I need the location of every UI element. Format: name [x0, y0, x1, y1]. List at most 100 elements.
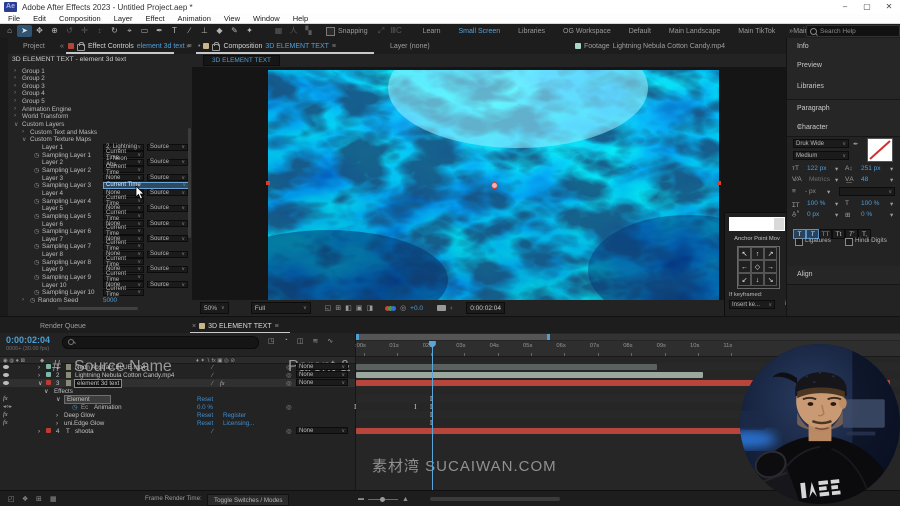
selection-handle-left[interactable] [266, 181, 270, 185]
panel-menu-icon[interactable]: ≡ [275, 323, 279, 330]
font-size-value[interactable]: 122 px [807, 165, 827, 172]
parent-select[interactable]: None ∨ [296, 371, 348, 378]
rotation-tool[interactable]: ↻ [107, 25, 122, 37]
stopwatch-icon[interactable]: ◷ [34, 182, 39, 189]
twirl-icon[interactable]: › [14, 75, 16, 81]
value-dropdown[interactable]: Current Time ∨ [103, 286, 144, 298]
timeline-row-shoota[interactable]: › 4 Tshoota ∕ ◎ None ∨ [0, 427, 355, 435]
layer-color-label[interactable] [46, 364, 51, 369]
anchor-point[interactable] [491, 182, 498, 189]
align-icon-1[interactable]: ▦ [271, 25, 286, 37]
twirl-icon[interactable]: › [38, 428, 40, 435]
menu-layer[interactable]: Layer [114, 14, 133, 23]
eye-icon[interactable] [3, 365, 9, 369]
align-icon-3[interactable]: ▚ [301, 25, 316, 37]
tab-scroll-right[interactable]: » [186, 38, 190, 54]
value-dropdown[interactable]: Current Time ∨ [103, 256, 144, 268]
keyframe-marker[interactable]: I [414, 403, 416, 411]
brush-tool[interactable]: ∕ [182, 25, 197, 37]
twirl-icon[interactable]: › [14, 98, 16, 104]
workspace-og-workspace[interactable]: OG Workspace [554, 28, 620, 35]
fill-color-swatch[interactable] [867, 138, 893, 162]
twirl-icon[interactable]: ∨ [44, 388, 49, 395]
timeline-zoom-slider[interactable]: ▬ ▲ [358, 496, 410, 503]
twirl-icon[interactable]: › [14, 68, 16, 74]
3d-view-icon[interactable]: ◨ [366, 304, 373, 312]
exposure-value[interactable]: +0.0 [410, 305, 423, 312]
panel-menu-icon[interactable]: ≡ [332, 43, 336, 50]
menu-file[interactable]: File [8, 14, 20, 23]
orbit-camera-tool[interactable]: ↺ [62, 25, 77, 37]
tab-project[interactable]: Project [23, 38, 45, 54]
panel-menu-icon[interactable]: ≡ [797, 124, 893, 131]
effect-name[interactable]: uni.Edge Glow [64, 420, 104, 427]
twirl-icon[interactable]: › [22, 129, 24, 135]
twirl-icon[interactable]: ∨ [22, 136, 26, 143]
stopwatch-icon[interactable]: ◷ [34, 167, 39, 174]
workspace-main-landscape[interactable]: Main Landscape [660, 28, 729, 35]
work-area-handle[interactable] [546, 334, 550, 340]
value-dropdown[interactable]: Current Time ∨ [103, 225, 144, 237]
ap-arrow-↘[interactable]: ↘ [764, 273, 777, 286]
magnification-select[interactable]: 50% ∨ [200, 302, 229, 314]
layer-color-label[interactable] [46, 372, 51, 377]
selection-handle-right[interactable] [717, 181, 721, 185]
timeline-row-neon-abstract-blue-mp4[interactable]: › 1 Neon Abstract BLUE.mp4 ∕ ◎ None ∨ [0, 363, 355, 371]
effect-link-register[interactable]: Register [223, 412, 246, 419]
keyframe-marker[interactable]: I [354, 403, 356, 411]
ap-arrow-→[interactable]: → [764, 260, 777, 273]
source-dropdown[interactable]: Source ∨ [147, 174, 188, 182]
tsume-value[interactable]: 0 % [861, 211, 872, 218]
menu-animation[interactable]: Animation [178, 14, 211, 23]
leading-value[interactable]: 251 px [861, 165, 881, 172]
ap-arrow-↖[interactable]: ↖ [738, 247, 751, 260]
mask-visibility-icon[interactable]: ⊞ [335, 304, 341, 312]
twirl-icon[interactable]: › [38, 364, 40, 371]
clone-stamp-tool[interactable]: ⊥ [197, 25, 212, 37]
work-area-bar[interactable] [356, 334, 550, 340]
timeline-row-element[interactable]: fx ∨ Element Reset [0, 394, 355, 404]
align-icon-2[interactable]: 人 [286, 25, 301, 37]
show-snapshot-icon[interactable]: ◐ [450, 305, 454, 312]
timeline-row-effects[interactable]: ∨ Effects [0, 387, 355, 395]
twirl-icon[interactable]: › [56, 412, 58, 419]
effect-link-reset[interactable]: Reset [197, 420, 213, 427]
effect-link-licensing[interactable]: Licensing... [223, 420, 254, 427]
value-dropdown[interactable]: Current Time ∨ [103, 181, 189, 189]
comp-timecode[interactable]: 0:00:02:04 [466, 302, 505, 314]
param-value[interactable]: 0.0 % [197, 404, 213, 411]
minimize-button[interactable]: – [834, 0, 856, 13]
timeline-icon-4[interactable]: ∿ [327, 337, 333, 345]
eyedropper-icon[interactable]: ✒ [853, 140, 858, 148]
timeline-icon-0[interactable]: ◳ [268, 337, 275, 345]
source-dropdown[interactable]: Source ∨ [147, 143, 188, 151]
twirl-icon[interactable]: ∨ [14, 121, 18, 128]
workspace-learn[interactable]: Learn [414, 28, 450, 35]
camera-tool[interactable]: ⌖ [122, 25, 137, 37]
rect-tool[interactable]: ▭ [137, 25, 152, 37]
resolution-select[interactable]: Full ∨ [250, 302, 311, 314]
eye-icon[interactable] [3, 381, 9, 385]
exposure-reset-icon[interactable]: ◎ [400, 304, 406, 312]
stopwatch-icon[interactable]: ◷ [34, 198, 39, 205]
value-dropdown[interactable]: Current Time ∨ [103, 240, 144, 252]
section-preview[interactable]: Preview [787, 57, 900, 79]
keyframe-nav-icons[interactable]: ◂⋄▸ [3, 404, 12, 410]
menu-view[interactable]: View [224, 14, 240, 23]
font-style-select[interactable]: Medium ∨ [793, 151, 849, 160]
stopwatch-icon[interactable]: ◷ [34, 243, 39, 250]
selection-tool[interactable]: ➤ [17, 25, 32, 37]
stopwatch-icon[interactable]: ◷ [34, 289, 39, 296]
ap-arrow-↙[interactable]: ↙ [738, 273, 751, 286]
menu-edit[interactable]: Edit [33, 14, 46, 23]
eraser-tool[interactable]: ◆ [212, 25, 227, 37]
parent-pickwhip-icon[interactable]: ◎ [286, 428, 291, 435]
parent-select[interactable]: None ∨ [296, 427, 348, 434]
zoom-tool[interactable]: ⊕ [47, 25, 62, 37]
tab-scroll-left[interactable]: « [60, 38, 64, 54]
timeline-row-element-3d-text[interactable]: ∨ 3 element 3d text ∕ fx ◎ None ∨ [0, 378, 355, 388]
ap-arrow-↗[interactable]: ↗ [764, 247, 777, 260]
layer-color-label[interactable] [46, 428, 51, 433]
menu-window[interactable]: Window [253, 14, 280, 23]
expand-icon[interactable]: ⤢ [374, 25, 389, 37]
